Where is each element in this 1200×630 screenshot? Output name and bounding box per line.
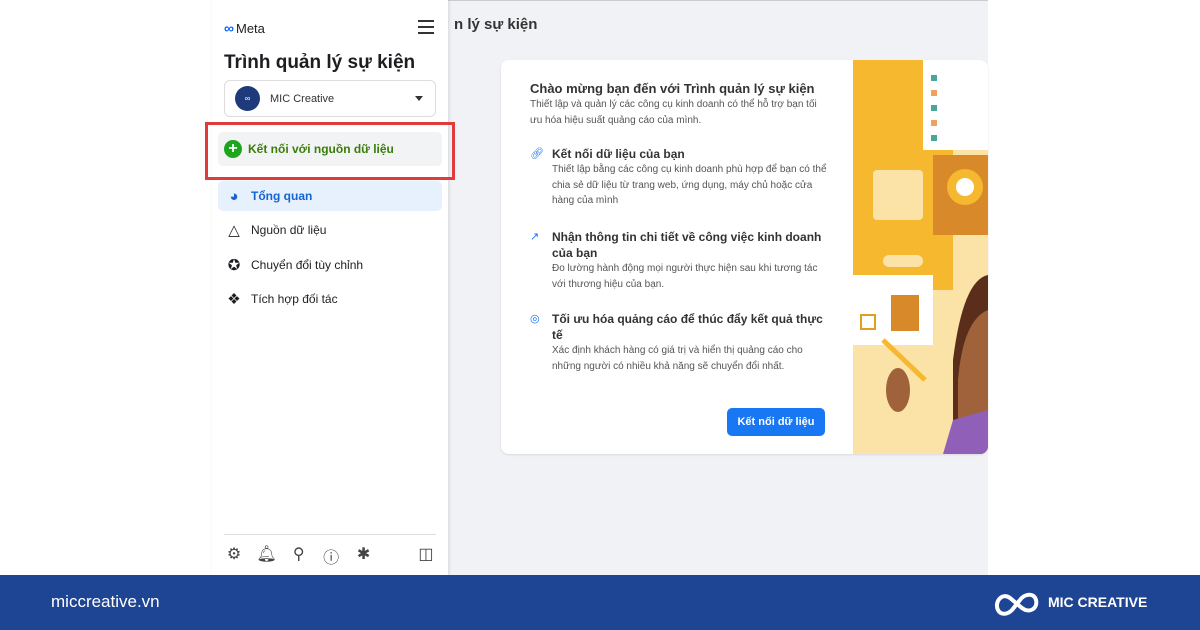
handshake-icon: ❖ (227, 291, 241, 308)
sidebar-item-overview[interactable]: ◕ Tổng quan (218, 181, 442, 211)
search-icon[interactable]: ⚲ (289, 544, 309, 568)
sidebar-item-label: Nguồn dữ liệu (251, 223, 327, 237)
trend-icon: ↗ (530, 231, 540, 243)
feature-heading: Nhận thông tin chi tiết về công việc kin… (552, 230, 822, 260)
feature-desc: Xác định khách hàng có giá trị và hiển t… (552, 345, 803, 372)
account-selector[interactable]: ∞ MIC Creative (224, 80, 436, 117)
panel-toggle-icon[interactable]: ◫ (416, 544, 436, 568)
brand-name: MIC CREATIVE (1048, 594, 1148, 610)
caret-down-icon (415, 96, 423, 101)
brand-logo: MIC CREATIVE (994, 588, 1147, 616)
gear-icon[interactable]: ⚙ (224, 544, 244, 568)
card-title: Chào mừng bạn đến với Trình quản lý sự k… (530, 81, 815, 96)
sidebar-item-custom-conversions[interactable]: ✪ Chuyển đổi tùy chỉnh (218, 250, 442, 280)
feature-optimize: ◎ Tối ưu hóa quảng cáo để thúc đẩy kết q… (530, 311, 830, 374)
feature-heading: Kết nối dữ liệu của bạn (552, 147, 685, 161)
account-name: MIC Creative (270, 92, 335, 105)
mic-logo-icon (995, 592, 1039, 616)
feature-desc: Thiết lập bằng các công cụ kinh doanh ph… (552, 164, 827, 206)
target-icon: ◎ (530, 313, 540, 325)
gauge-icon: ◕ (229, 187, 239, 205)
connect-data-button[interactable]: Kết nối dữ liệu (727, 408, 825, 436)
meta-logo[interactable]: ∞ Meta (224, 20, 265, 36)
website-link[interactable]: miccreative.vn (51, 592, 160, 612)
sidebar-item-data-sources[interactable]: △ Nguồn dữ liệu (218, 215, 442, 245)
feature-insights: ↗ Nhận thông tin chi tiết về công việc k… (530, 229, 830, 292)
feature-connect: 🔗︎ Kết nối dữ liệu của bạn Thiết lập bằn… (530, 146, 830, 209)
footer-bar: miccreative.vn MIC CREATIVE (0, 575, 1200, 630)
network-icon: △ (228, 222, 240, 239)
illustration (853, 60, 988, 454)
sidebar-title: Trình quản lý sự kiện (224, 52, 416, 73)
sidebar-item-label: Chuyển đổi tùy chỉnh (251, 258, 364, 272)
bell-icon[interactable]: 🔔︎ (256, 544, 276, 568)
highlight-box (205, 122, 455, 180)
menu-icon[interactable] (418, 20, 434, 34)
divider (224, 534, 436, 535)
sidebar-item-label: Tổng quan (251, 189, 313, 203)
meta-infinity-icon: ∞ (224, 20, 234, 36)
help-icon[interactable]: ⓘ (321, 544, 341, 568)
sidebar-item-label: Tích hợp đối tác (251, 292, 338, 306)
meta-logo-text: Meta (235, 20, 265, 36)
star-circle-icon: ✪ (227, 257, 241, 274)
card-subtitle: Thiết lập và quản lý các công cụ kinh do… (530, 99, 817, 126)
sidebar-item-partner-integrations[interactable]: ❖ Tích hợp đối tác (218, 284, 442, 314)
feature-heading: Tối ưu hóa quảng cáo để thúc đẩy kết quả… (552, 312, 823, 342)
page-title: n lý sự kiện (454, 16, 538, 33)
welcome-card: Chào mừng bạn đến với Trình quản lý sự k… (501, 60, 988, 454)
feature-desc: Đo lường hành động mọi người thực hiện s… (552, 263, 818, 290)
link-icon: 🔗︎ (530, 148, 544, 160)
bug-icon[interactable]: ✱ (354, 544, 374, 568)
sidebar: ∞ Meta Trình quản lý sự kiện ∞ MIC Creati… (212, 0, 448, 575)
avatar: ∞ (235, 86, 260, 111)
